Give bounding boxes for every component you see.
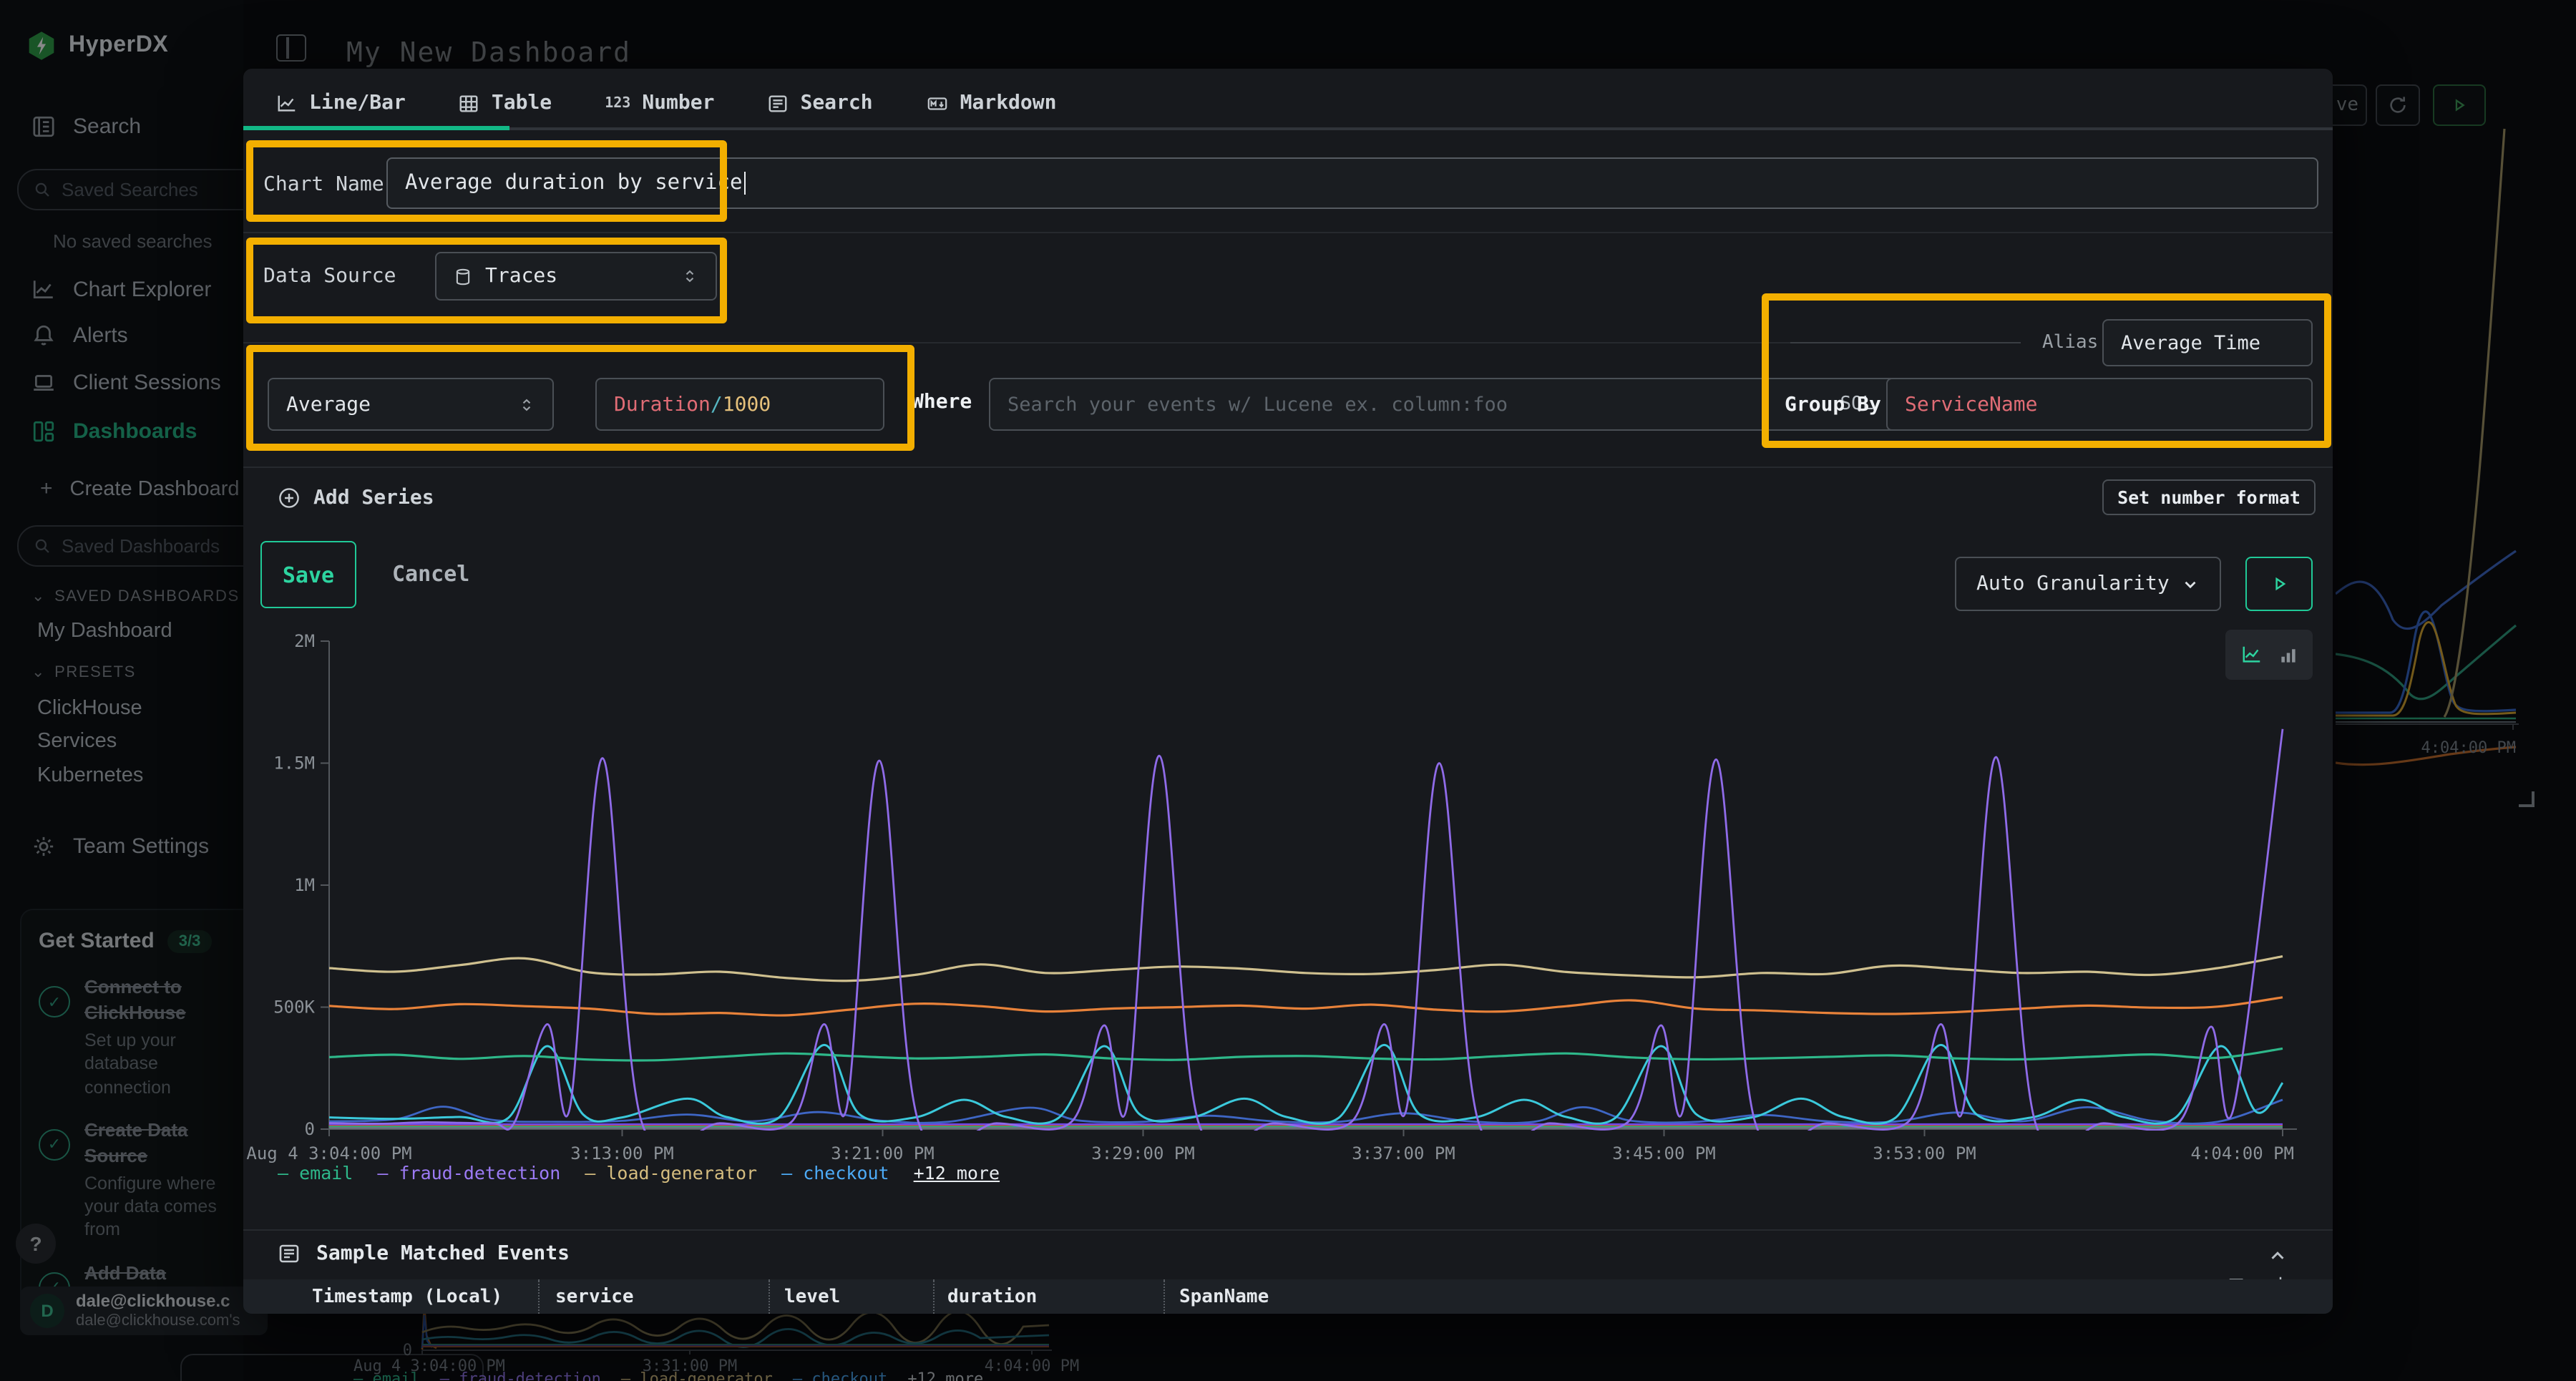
aggregation-select[interactable]: Average [268,378,554,431]
active-tab-underline [243,126,509,130]
legend-item[interactable]: — checkout [781,1162,889,1184]
legend-more-link[interactable]: +12 more [914,1162,1000,1184]
column-header[interactable]: service [555,1287,634,1308]
alias-label: Alias [2042,332,2098,353]
divider [243,1229,2333,1231]
list-doc-icon [278,1242,301,1265]
svg-text:3:29:00 PM: 3:29:00 PM [1091,1143,1195,1163]
where-placeholder: Search your events w/ Lucene ex. column:… [1008,393,1508,416]
svg-text:0: 0 [305,1119,315,1139]
svg-text:Aug 4 3:04:00 PM: Aug 4 3:04:00 PM [246,1143,411,1163]
text-cursor [743,172,746,195]
svg-text:3:21:00 PM: 3:21:00 PM [831,1143,935,1163]
tabs-divider [243,127,2333,130]
chevron-updown-icon [518,396,535,413]
field-token: / [711,393,723,416]
chevron-down-icon [2181,575,2200,593]
sample-matched-events-header[interactable]: Sample Matched Events [278,1242,570,1265]
number-123-icon: 123 [605,95,630,111]
chart-type-tabs: Line/Bar Table 123 Number Search Markdow… [243,80,1057,126]
svg-text:3:53:00 PM: 3:53:00 PM [1873,1143,1976,1163]
line-chart-icon [276,92,298,114]
alias-divider [1790,342,2021,343]
tab-number[interactable]: 123 Number [605,92,714,114]
svg-text:2M: 2M [294,631,315,651]
svg-text:3:37:00 PM: 3:37:00 PM [1352,1143,1455,1163]
run-chart-button[interactable] [2245,557,2313,611]
column-header[interactable]: SpanName [1179,1287,1269,1308]
chart-legend: — email — fraud-detection — load-generator… [278,1162,1000,1184]
database-icon [454,267,472,286]
screen: HyperDX Search Saved Searches No saved s… [0,0,2576,1381]
data-source-select[interactable]: Traces [435,252,717,301]
column-header[interactable]: Timestamp (Local) [312,1287,502,1308]
svg-text:1.5M: 1.5M [273,753,315,774]
column-header[interactable]: level [784,1287,840,1308]
table-icon [459,92,480,114]
tab-table[interactable]: Table [459,92,552,114]
legend-item[interactable]: — email [278,1162,353,1184]
column-header[interactable]: duration [947,1287,1037,1308]
tab-search[interactable]: Search [767,92,872,114]
cancel-button[interactable]: Cancel [392,561,469,587]
svg-text:3:45:00 PM: 3:45:00 PM [1612,1143,1716,1163]
events-table-header: Timestamp (Local) service level duration… [243,1279,2333,1314]
set-number-format-button[interactable]: Set number format [2102,479,2316,515]
chevron-updown-icon [681,268,698,285]
data-source-label: Data Source [263,265,396,288]
save-button[interactable]: Save [260,541,356,608]
chart-name-input[interactable]: Average duration by service [386,157,2318,209]
tab-line-bar[interactable]: Line/Bar [276,92,406,114]
svg-text:4:04:00 PM: 4:04:00 PM [2191,1143,2295,1163]
granularity-select[interactable]: Auto Granularity [1955,557,2221,611]
group-by-label: Group By [1785,394,1881,416]
markdown-icon [926,92,949,114]
svg-text:3:13:00 PM: 3:13:00 PM [570,1143,674,1163]
play-icon [2269,574,2289,594]
legend-item[interactable]: — load-generator [585,1162,757,1184]
plus-circle-icon [278,487,301,509]
svg-text:1M: 1M [294,875,315,895]
chart-editor-modal: Line/Bar Table 123 Number Search Markdow… [243,69,2333,1314]
collapse-chevron-up-icon[interactable] [2267,1245,2288,1267]
alias-input[interactable]: Average Time [2102,319,2313,366]
field-expression-input[interactable]: Duration/1000 [595,378,884,431]
divider [243,232,2333,233]
divider [243,467,2333,468]
svg-text:500K: 500K [273,997,315,1018]
timeseries-chart[interactable]: 0 500K 1M 1.5M 2M Aug 4 3:04:00 PM 3:13:00 PM 3… [243,630,2333,1195]
add-series-button[interactable]: Add Series [278,487,434,509]
chart-name-label: Chart Name [263,173,384,196]
legend-item[interactable]: — fraud-detection [377,1162,560,1184]
tab-markdown[interactable]: Markdown [926,92,1057,114]
field-token: Duration [614,393,711,416]
list-doc-icon [767,92,789,114]
divider [243,342,2021,343]
where-label: Where [912,391,972,414]
field-token: 1000 [723,393,771,416]
group-by-input[interactable]: ServiceName [1886,378,2313,431]
